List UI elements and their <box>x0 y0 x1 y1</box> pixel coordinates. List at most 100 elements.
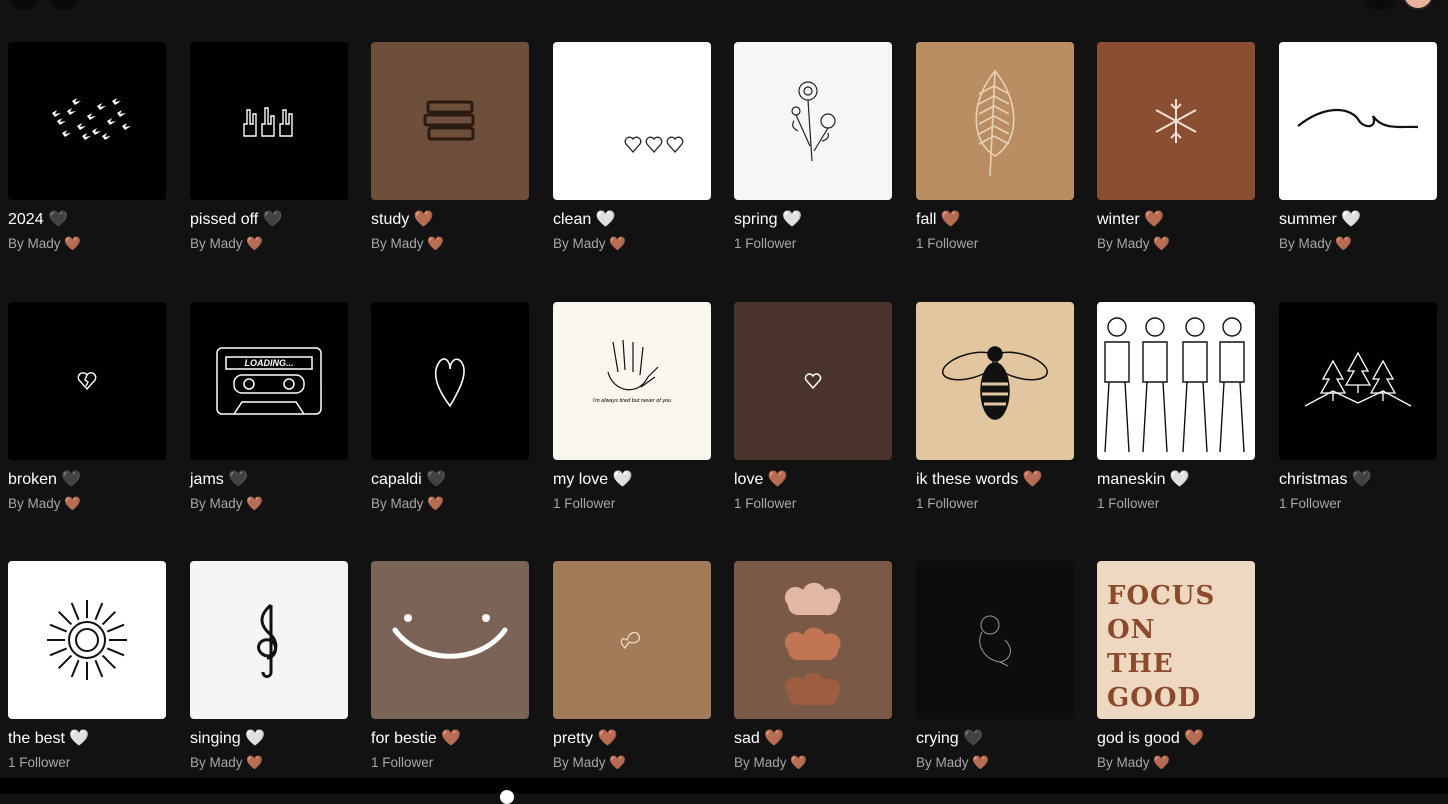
playlist-title[interactable]: study 🤎 <box>371 210 529 230</box>
heart-outline-icon <box>434 358 465 408</box>
playlist-subtitle: 1 Follower <box>1097 496 1160 511</box>
playlist-cover-image[interactable] <box>8 302 166 460</box>
playlist-card[interactable]: pissed off 🖤 By Mady 🤎 <box>190 42 348 252</box>
playlist-title[interactable]: summer 🤍 <box>1279 210 1437 230</box>
treble-clef-icon <box>257 603 278 678</box>
playlist-card[interactable]: ik these words 🤎 1 Follower <box>916 302 1074 512</box>
broken-heart-icon <box>77 372 97 391</box>
playlist-subtitle: 1 Follower <box>734 496 797 511</box>
playlist-card[interactable]: study 🤎 By Mady 🤎 <box>371 42 529 252</box>
playlist-card[interactable]: sad 🤎 By Mady 🤎 <box>734 561 892 771</box>
playlist-card[interactable]: the best 🤍 1 Follower <box>8 561 166 771</box>
small-heart-icon <box>804 373 822 390</box>
playlist-card[interactable]: christmas 🖤 1 Follower <box>1279 302 1437 512</box>
playlist-subtitle: 1 Follower <box>1279 496 1342 511</box>
playlist-cover-image[interactable] <box>916 561 1074 719</box>
bee-icon <box>942 346 1048 420</box>
playlist-title[interactable]: for bestie 🤎 <box>371 729 529 749</box>
playlist-title[interactable]: spring 🤍 <box>734 210 892 230</box>
wave-icon <box>1297 108 1419 129</box>
top-bar <box>0 0 1448 10</box>
playlist-title[interactable]: maneskin 🤍 <box>1097 470 1255 490</box>
playlist-title[interactable]: pretty 🤎 <box>553 729 711 749</box>
playlist-cover-image[interactable] <box>1279 42 1437 200</box>
playlist-card[interactable]: winter 🤎 By Mady 🤎 <box>1097 42 1255 252</box>
playlist-title[interactable]: 2024 🖤 <box>8 210 166 230</box>
back-button[interactable] <box>8 0 40 10</box>
playlist-card[interactable]: i'm always tired but never of you my love… <box>553 302 711 512</box>
leaf-icon <box>975 69 1015 177</box>
forward-button[interactable] <box>48 0 80 10</box>
playlist-title[interactable]: winter 🤎 <box>1097 210 1255 230</box>
playlist-subtitle: 1 Follower <box>916 236 979 251</box>
playlist-card[interactable]: pretty 🤎 By Mady 🤎 <box>553 561 711 771</box>
playlist-card[interactable]: 2024 🖤 By Mady 🤎 <box>8 42 166 252</box>
playlist-title[interactable]: ik these words 🤎 <box>916 470 1074 490</box>
playlist-subtitle: By Mady 🤎 <box>371 236 445 251</box>
playlist-cover-image[interactable] <box>190 561 348 719</box>
playlist-title[interactable]: jams 🖤 <box>190 470 348 490</box>
playlist-cover-image[interactable] <box>190 42 348 200</box>
playlist-title[interactable]: singing 🤍 <box>190 729 348 749</box>
playlist-cover-image[interactable] <box>371 42 529 200</box>
playlist-title[interactable]: clean 🤍 <box>553 210 711 230</box>
playlist-title[interactable]: love 🤎 <box>734 470 892 490</box>
playlist-card[interactable]: clean 🤍 By Mady 🤎 <box>553 42 711 252</box>
playlist-card[interactable]: for bestie 🤎 1 Follower <box>371 561 529 771</box>
playlist-card[interactable]: capaldi 🖤 By Mady 🤎 <box>371 302 529 512</box>
playlist-title[interactable]: crying 🖤 <box>916 729 1074 749</box>
cassette-label: LOADING... <box>245 358 294 368</box>
playlist-title[interactable]: the best 🤍 <box>8 729 166 749</box>
playlist-subtitle: By Mady 🤎 <box>916 755 990 770</box>
playlist-cover-image[interactable] <box>553 561 711 719</box>
playlist-card[interactable]: summer 🤍 By Mady 🤎 <box>1279 42 1437 252</box>
playlist-card[interactable]: singing 🤍 By Mady 🤎 <box>190 561 348 771</box>
playlist-title[interactable]: broken 🖤 <box>8 470 166 490</box>
playlist-cover-image[interactable] <box>1097 302 1255 460</box>
playlist-cover-image[interactable]: FOCUS ON THE GOOD <box>1097 561 1255 719</box>
hands-icon <box>243 107 293 137</box>
playlist-card[interactable]: broken 🖤 By Mady 🤎 <box>8 302 166 512</box>
playlist-card[interactable]: fall 🤎 1 Follower <box>916 42 1074 252</box>
notifications-button[interactable] <box>1364 0 1396 10</box>
avatar[interactable] <box>1402 0 1434 10</box>
playback-indicator[interactable] <box>500 790 514 804</box>
playlist-cover-image[interactable] <box>734 302 892 460</box>
playlist-cover-image[interactable] <box>371 302 529 460</box>
playlist-title[interactable]: my love 🤍 <box>553 470 711 490</box>
playlist-subtitle: By Mady 🤎 <box>190 755 264 770</box>
playlist-cover-image[interactable]: LOADING... <box>190 302 348 460</box>
playlist-subtitle: 1 Follower <box>8 755 71 770</box>
playlist-subtitle: By Mady 🤎 <box>8 236 82 251</box>
playlist-subtitle: By Mady 🤎 <box>553 236 627 251</box>
smile-icon <box>392 614 508 659</box>
playlist-card[interactable]: love 🤎 1 Follower <box>734 302 892 512</box>
playlist-title[interactable]: christmas 🖤 <box>1279 470 1437 490</box>
playlist-title[interactable]: sad 🤎 <box>734 729 892 749</box>
playlist-cover-image[interactable] <box>1097 42 1255 200</box>
playlist-cover-image[interactable] <box>8 561 166 719</box>
playlist-title[interactable]: capaldi 🖤 <box>371 470 529 490</box>
cover-caption: i'm always tired but never of you <box>593 398 671 404</box>
sun-icon <box>47 600 127 680</box>
playlist-card[interactable]: maneskin 🤍 1 Follower <box>1097 302 1255 512</box>
playlist-cover-image[interactable] <box>916 42 1074 200</box>
playlist-cover-image[interactable] <box>1279 302 1437 460</box>
playlist-title[interactable]: god is good 🤎 <box>1097 729 1255 749</box>
playlist-cover-image[interactable] <box>734 42 892 200</box>
playlist-cover-image[interactable] <box>8 42 166 200</box>
playlist-cover-image[interactable] <box>916 302 1074 460</box>
playlist-cover-image[interactable] <box>371 561 529 719</box>
playlist-cover-image[interactable]: i'm always tired but never of you <box>553 302 711 460</box>
playlist-title[interactable]: fall 🤎 <box>916 210 1074 230</box>
playlist-card[interactable]: FOCUS ON THE GOOD god is good 🤎 By Mady 🤎 <box>1097 561 1255 771</box>
playlist-cover-image[interactable] <box>553 42 711 200</box>
playlist-subtitle: By Mady 🤎 <box>1097 755 1171 770</box>
playlist-card[interactable]: spring 🤍 1 Follower <box>734 42 892 252</box>
playlist-card[interactable]: LOADING... jams 🖤 By Mady 🤎 <box>190 302 348 512</box>
playlist-subtitle: By Mady 🤎 <box>371 496 445 511</box>
playlist-title[interactable]: pissed off 🖤 <box>190 210 348 230</box>
playlist-card[interactable]: crying 🖤 By Mady 🤎 <box>916 561 1074 771</box>
playlist-cover-image[interactable] <box>734 561 892 719</box>
trees-icon <box>1304 351 1412 407</box>
